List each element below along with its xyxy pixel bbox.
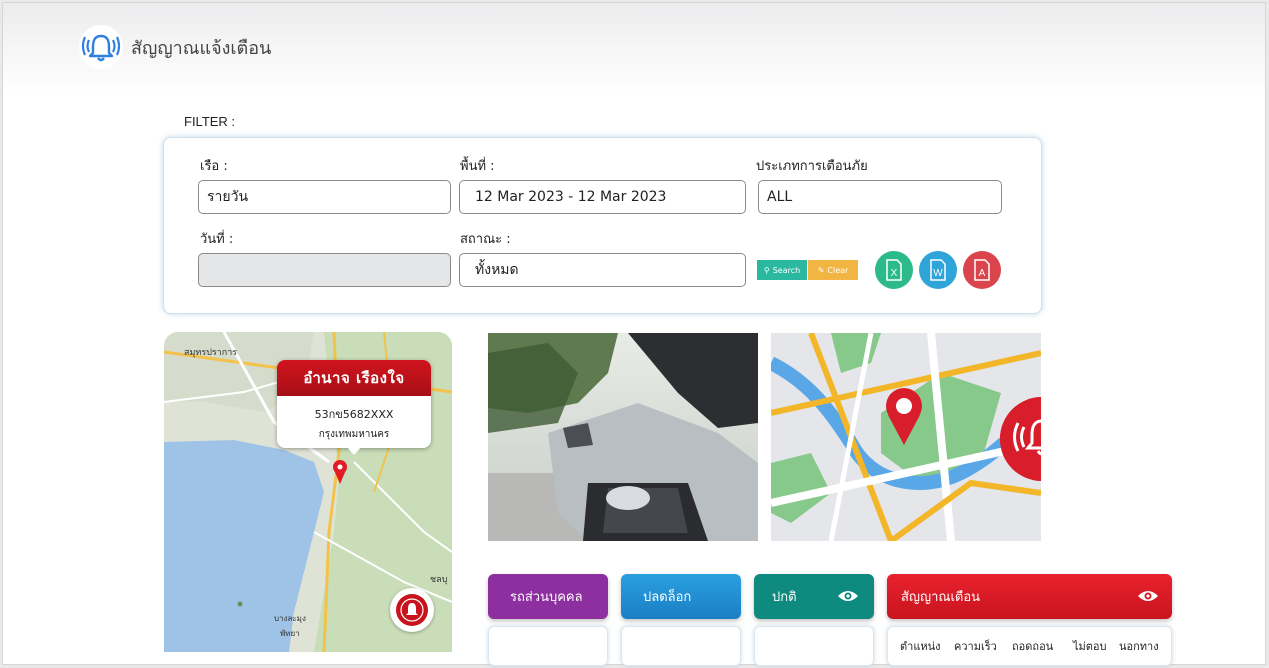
column-position: ตำแหน่ง <box>900 640 941 653</box>
alarm-bell-icon <box>1000 397 1041 482</box>
alert-type-label: ประเภทการเตือนภัย <box>756 159 868 174</box>
column-no-response: ไม่ตอบ <box>1073 640 1107 653</box>
popup-pointer <box>346 446 362 455</box>
category-label: สัญญาณเตือน <box>901 590 981 605</box>
column-removal: ถอดถอน <box>1012 640 1054 653</box>
clear-button[interactable]: ✎ Clear <box>808 260 858 280</box>
vehicle-popup: อำนาจ เรืองใจ 53กข5682XXX กรุงเทพมหานคร <box>277 360 431 448</box>
search-button-label: Search <box>772 265 801 275</box>
filter-panel: เรือ : รายวัน พื้นที่ : 12 Mar 2023 - 12… <box>163 137 1042 314</box>
bell-ringing-icon[interactable] <box>79 25 123 69</box>
eraser-icon: ✎ <box>817 265 825 275</box>
column-speed: ความเร็ว <box>954 640 997 653</box>
map-label-place3: พัทยา <box>280 629 300 638</box>
svg-text:X: X <box>891 268 898 279</box>
pdf-file-icon: A <box>974 259 990 281</box>
boat-select[interactable]: รายวัน <box>198 180 451 214</box>
category-private-car[interactable]: รถส่วนบุคคล <box>488 574 608 619</box>
status-label: สถาณะ : <box>460 232 511 247</box>
map-label-place1: ชลบุ <box>430 575 448 585</box>
search-button[interactable]: ⚲ Search <box>757 260 807 280</box>
alert-type-select[interactable]: ALL <box>758 180 1002 214</box>
status-select[interactable]: ทั้งหมด <box>459 253 746 287</box>
category-label: ปลดล็อก <box>643 590 692 605</box>
export-pdf-button[interactable]: A <box>963 251 1001 289</box>
word-file-icon: W <box>930 259 946 281</box>
category-normal[interactable]: ปกติ <box>754 574 874 619</box>
alert-location-map <box>771 333 1041 541</box>
map-label-city: สมุทรปราการ <box>184 348 238 358</box>
eye-icon[interactable] <box>1137 589 1159 603</box>
unlock-summary <box>621 626 741 666</box>
popup-driver-name: อำนาจ เรืองใจ <box>277 360 431 396</box>
filter-section-label: FILTER : <box>184 114 236 129</box>
date-input[interactable] <box>198 253 451 287</box>
svg-text:A: A <box>979 268 986 279</box>
map-alert-button[interactable] <box>390 588 434 632</box>
export-word-button[interactable]: W <box>919 251 957 289</box>
app-header: สัญญาณแจ้งเตือน <box>79 25 271 69</box>
export-excel-button[interactable]: X <box>875 251 913 289</box>
page-title: สัญญาณแจ้งเตือน <box>131 37 272 59</box>
eye-icon[interactable] <box>837 589 859 603</box>
category-alert[interactable]: สัญญาณเตือน <box>887 574 1172 619</box>
svg-text:W: W <box>933 268 943 279</box>
popup-province: กรุงเทพมหานคร <box>318 429 390 440</box>
normal-summary <box>754 626 874 666</box>
alarm-icon <box>396 594 428 626</box>
clear-button-label: Clear <box>827 265 849 275</box>
category-label: ปกติ <box>772 590 797 605</box>
area-label: พื้นที่ : <box>460 159 495 174</box>
date-range-input[interactable]: 12 Mar 2023 - 12 Mar 2023 <box>459 180 746 214</box>
map-label-place2: บางละมุง <box>274 614 306 623</box>
category-label: รถส่วนบุคคล <box>510 590 583 605</box>
popup-plate: 53กข5682XXX <box>314 408 394 421</box>
private-car-summary <box>488 626 608 666</box>
category-unlock[interactable]: ปลดล็อก <box>621 574 741 619</box>
search-icon: ⚲ <box>763 265 770 275</box>
date-label: วันที่ : <box>200 232 234 247</box>
car-breakdown-image <box>488 333 758 541</box>
boat-label: เรือ : <box>200 159 228 174</box>
column-off-route: นอกทาง <box>1119 640 1159 653</box>
excel-file-icon: X <box>886 259 902 281</box>
